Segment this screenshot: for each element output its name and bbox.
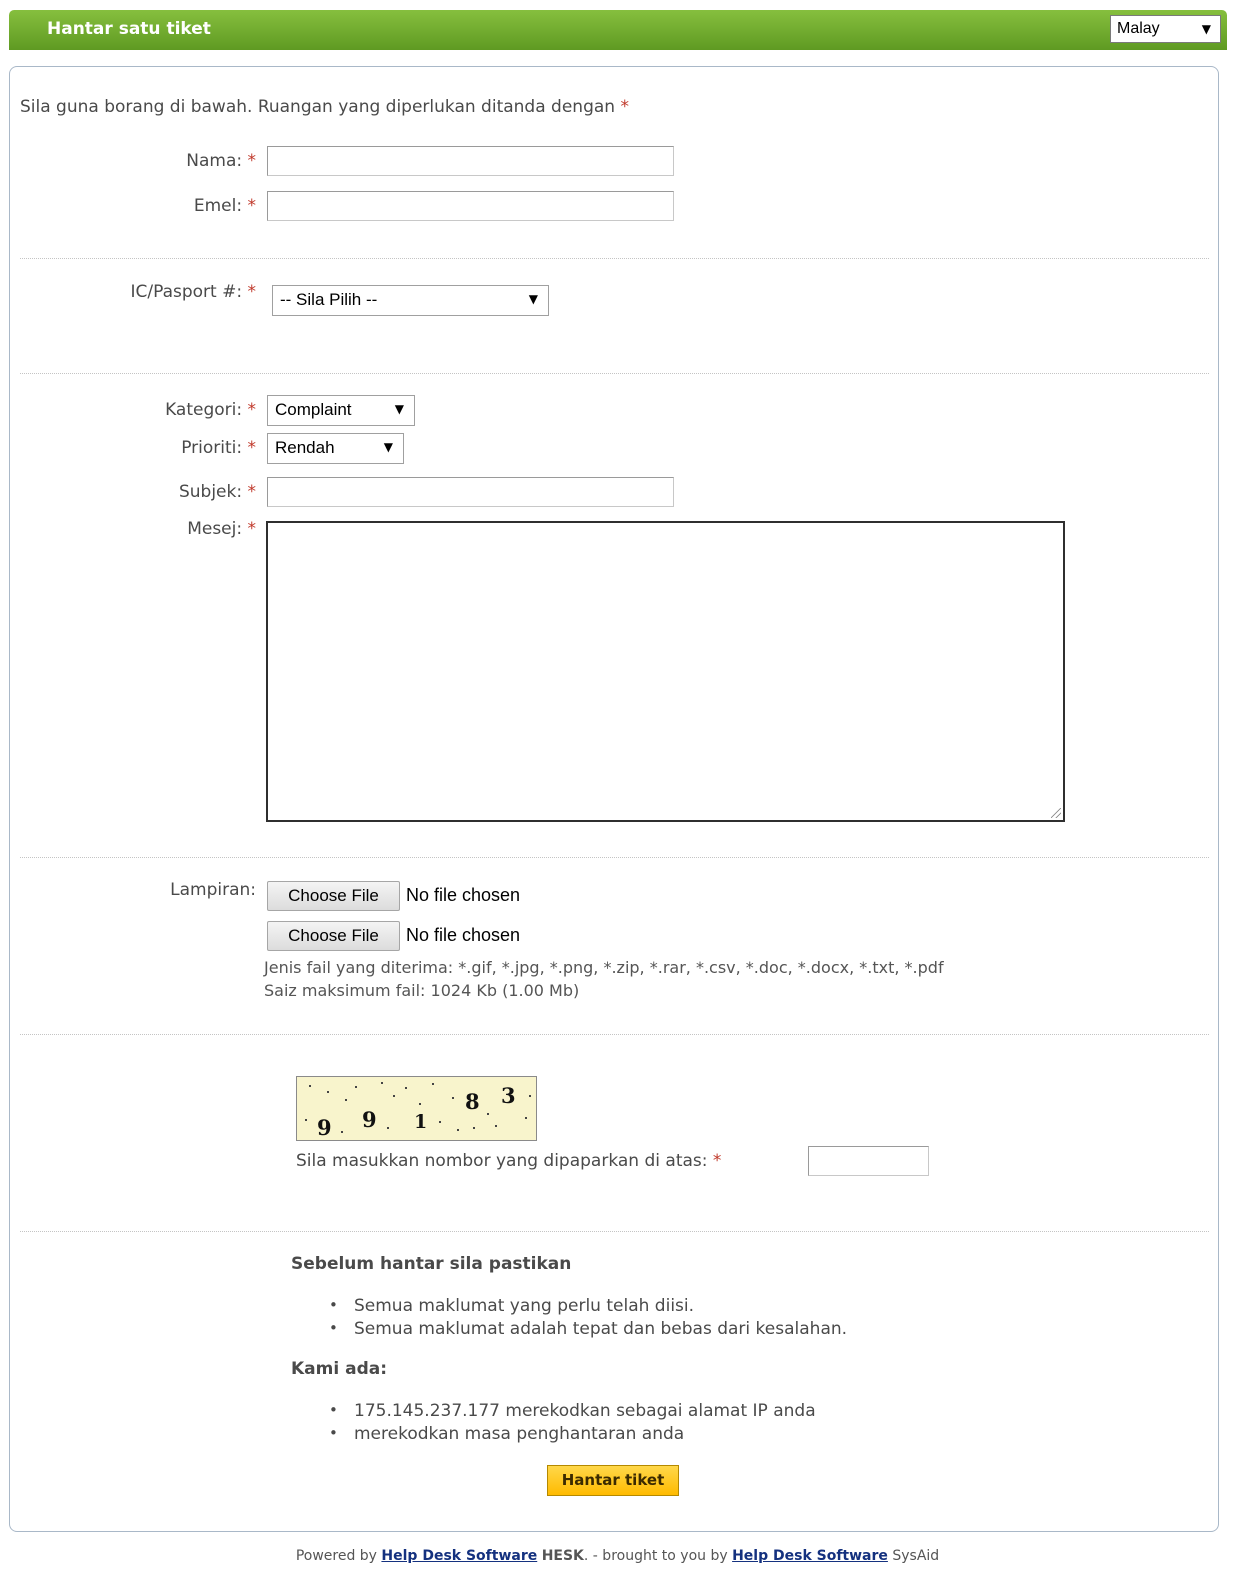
captcha-digit: 9 — [362, 1107, 377, 1132]
message-label: Mesej: * — [187, 519, 256, 539]
divider — [20, 1231, 1209, 1232]
attachments-label: Lampiran: — [170, 880, 256, 900]
ic-select[interactable]: -- Sila Pilih -- ▼ — [272, 285, 549, 316]
list-item: merekodkan masa penghantaran anda — [329, 1424, 684, 1444]
footer-text: Powered by — [295, 1548, 377, 1564]
footer-link-hesk[interactable]: Help Desk Software — [381, 1548, 537, 1564]
priority-label: Prioriti: * — [181, 438, 256, 458]
footer-vendor: SysAid — [892, 1548, 940, 1564]
submit-ticket-button[interactable]: Hantar tiket — [547, 1465, 679, 1496]
dropdown-arrow-icon: ▼ — [383, 440, 393, 454]
name-label: Nama: * — [186, 151, 256, 171]
email-input[interactable] — [267, 191, 674, 221]
header-bar: Hantar satu tiket Malay ▼ — [9, 10, 1227, 50]
list-item: Semua maklumat yang perlu telah diisi. — [329, 1296, 694, 1316]
before-submit-heading: Sebelum hantar sila pastikan — [291, 1254, 572, 1274]
footer: Powered by Help Desk Software HESK. - br… — [0, 1548, 1235, 1564]
choose-file-button-1[interactable]: Choose File — [267, 881, 400, 911]
category-label: Kategori: * — [165, 400, 256, 420]
captcha-image: 9 9 1 8 3 — [296, 1076, 537, 1141]
required-mark: * — [620, 97, 629, 117]
we-have-heading: Kami ada: — [291, 1359, 388, 1379]
footer-text: . - brought to you by — [583, 1548, 728, 1564]
divider — [20, 258, 1209, 259]
list-item: 175.145.237.177 merekodkan sebagai alama… — [329, 1401, 816, 1421]
dropdown-arrow-icon: ▼ — [528, 292, 538, 306]
email-label: Emel: * — [193, 196, 256, 216]
form-intro: Sila guna borang di bawah. Ruangan yang … — [20, 97, 629, 117]
resize-grip-icon[interactable] — [1051, 808, 1061, 818]
captcha-digit: 1 — [414, 1111, 428, 1133]
message-textarea[interactable] — [266, 521, 1065, 822]
captcha-digit: 9 — [317, 1115, 332, 1140]
captcha-digit: 3 — [501, 1083, 516, 1108]
language-select[interactable]: Malay ▼ — [1110, 15, 1221, 43]
dropdown-arrow-icon: ▼ — [1201, 22, 1211, 36]
footer-product: HESK — [541, 1548, 584, 1564]
priority-select-value: Rendah — [275, 438, 335, 457]
language-value: Malay — [1117, 20, 1160, 37]
max-size-note: Saiz maksimum fail: 1024 Kb (1.00 Mb) — [264, 981, 580, 1000]
list-item: Semua maklumat adalah tepat dan bebas da… — [329, 1319, 847, 1339]
captcha-label: Sila masukkan nombor yang dipaparkan di … — [296, 1151, 722, 1171]
no-file-text-1: No file chosen — [406, 885, 521, 905]
subject-input[interactable] — [267, 477, 674, 507]
dropdown-arrow-icon: ▼ — [394, 402, 404, 416]
accepted-types-note: Jenis fail yang diterima: *.gif, *.jpg, … — [264, 958, 944, 977]
divider — [20, 1034, 1209, 1035]
ic-select-value: -- Sila Pilih -- — [280, 290, 378, 309]
divider — [20, 373, 1209, 374]
name-input[interactable] — [267, 146, 674, 176]
divider — [20, 857, 1209, 858]
subject-label: Subjek: * — [178, 482, 256, 502]
category-select[interactable]: Complaint ▼ — [267, 395, 415, 426]
priority-select[interactable]: Rendah ▼ — [267, 433, 404, 464]
ic-label: IC/Pasport #: * — [130, 282, 256, 302]
no-file-text-2: No file chosen — [406, 925, 521, 945]
captcha-digit: 8 — [465, 1089, 480, 1114]
footer-link-sysaid[interactable]: Help Desk Software — [732, 1548, 888, 1564]
captcha-input[interactable] — [808, 1146, 929, 1176]
choose-file-button-2[interactable]: Choose File — [267, 921, 400, 951]
category-select-value: Complaint — [275, 400, 352, 419]
intro-text: Sila guna borang di bawah. Ruangan yang … — [20, 97, 616, 117]
page-title: Hantar satu tiket — [47, 19, 211, 39]
